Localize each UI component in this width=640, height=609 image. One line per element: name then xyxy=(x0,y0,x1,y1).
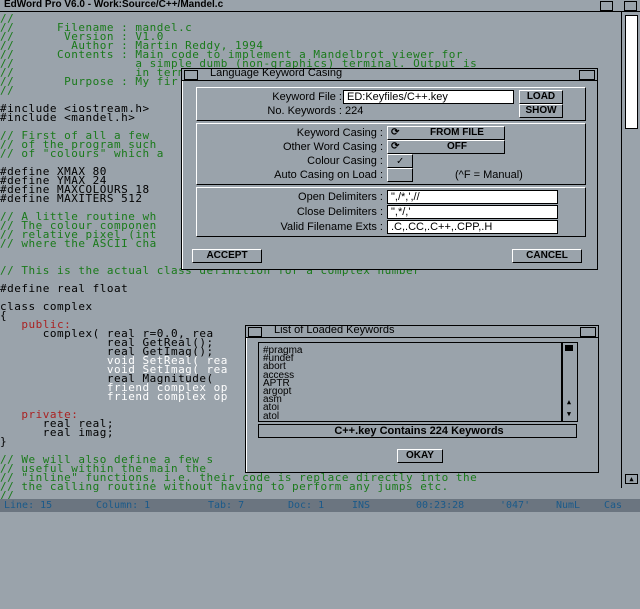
status-numlock: NumL xyxy=(556,500,581,511)
keyword-casing-label: Keyword Casing : xyxy=(296,127,383,139)
editor-line: #define real float xyxy=(0,282,129,295)
status-bar: Line: 15 Column: 1 Tab: 7 Doc: 1 INS 00:… xyxy=(0,499,640,512)
status-column: Column: 1 xyxy=(96,500,151,511)
editor-line: friend complex op xyxy=(0,390,228,403)
keywords-scroll-thumb[interactable] xyxy=(565,345,573,351)
keywords-title-bar[interactable]: List of Loaded Keywords xyxy=(246,324,598,338)
auto-casing-label: Auto Casing on Load : xyxy=(274,169,383,181)
keyword-casing-cycle[interactable]: ⟳ FROM FILE xyxy=(387,126,505,140)
keywords-summary: C++.key Contains 224 Keywords xyxy=(258,424,577,438)
status-tab: Tab: 7 xyxy=(208,500,245,511)
keyword-file-group: Keyword File : ED:Keyfiles/C++.key LOAD … xyxy=(196,87,586,121)
auto-casing-hint: (^F = Manual) xyxy=(455,169,523,181)
editor-line: #include <mandel.h> xyxy=(0,111,136,124)
cycle-icon: ⟳ xyxy=(391,127,400,138)
load-button[interactable]: LOAD xyxy=(519,90,563,104)
editor-line: // the calling routine without having to… xyxy=(0,480,449,493)
valid-exts-label: Valid Filename Exts : xyxy=(280,221,383,233)
editor-line: // where the ASCII cha xyxy=(0,237,157,250)
status-insert-mode: INS xyxy=(352,500,371,511)
keywords-title: List of Loaded Keywords xyxy=(274,324,395,336)
keyword-file-field[interactable]: ED:Keyfiles/C++.key xyxy=(343,90,514,104)
keyword-casing-dialog: Language Keyword Casing Keyword File : E… xyxy=(181,67,598,270)
title-bar[interactable]: EdWord Pro V6.0 - Work:Source/C++/Mandel… xyxy=(0,0,640,12)
editor-line: #define MAXITERS 512 xyxy=(0,192,143,205)
status-caps: Cas xyxy=(604,500,623,511)
status-line: Line: 15 xyxy=(4,500,53,511)
editor-line: // xyxy=(0,84,15,97)
depth-gadget-icon[interactable] xyxy=(624,1,637,11)
scroll-up-icon[interactable]: ▲ xyxy=(564,397,574,407)
close-icon[interactable] xyxy=(184,70,198,80)
scroll-up-icon[interactable]: ▲ xyxy=(625,474,638,484)
auto-casing-checkbox[interactable] xyxy=(387,168,413,182)
show-button[interactable]: SHOW xyxy=(519,104,563,118)
scrollbar-thumb[interactable] xyxy=(625,15,638,129)
editor-line: real imag; xyxy=(0,426,114,439)
open-delimiters-field[interactable]: ",/*,',// xyxy=(387,190,558,204)
accept-button[interactable]: ACCEPT xyxy=(192,249,262,263)
delimiters-group: Open Delimiters : ",/*,',// Close Delimi… xyxy=(196,187,586,237)
close-delimiters-label: Close Delimiters : xyxy=(296,206,383,218)
keywords-list[interactable]: #pragma #undef abort access APTR argopt asm ato… xyxy=(258,342,562,422)
no-keywords-value: 224 xyxy=(345,105,364,117)
keyword-list-item[interactable]: atol xyxy=(263,411,279,422)
close-icon[interactable] xyxy=(248,327,262,337)
window-title: EdWord Pro V6.0 - Work:Source/C++/Mandel… xyxy=(4,0,224,10)
editor-line: // Purpose : My fir xyxy=(0,75,179,88)
keyword-casing-value: FROM FILE xyxy=(430,127,484,138)
okay-button[interactable]: OKAY xyxy=(397,449,443,463)
cycle-icon: ⟳ xyxy=(391,141,400,152)
editor-line: class complex xyxy=(0,300,93,313)
colour-casing-label: Colour Casing : xyxy=(307,155,383,167)
colour-casing-checkbox[interactable]: ✓ xyxy=(387,154,413,168)
valid-exts-field[interactable]: .C,.CC,.C++,.CPP,.H xyxy=(387,220,558,234)
close-delimiters-field[interactable]: ",*/,' xyxy=(387,205,558,219)
other-word-casing-cycle[interactable]: ⟳ OFF xyxy=(387,140,505,154)
keyword-file-label: Keyword File : xyxy=(272,91,342,103)
depth-icon[interactable] xyxy=(579,70,595,80)
scroll-down-icon[interactable]: ▼ xyxy=(564,409,574,419)
vertical-scrollbar[interactable]: ▲ xyxy=(621,12,640,488)
other-word-casing-value: OFF xyxy=(447,141,467,152)
no-keywords-label: No. Keywords : xyxy=(267,105,342,117)
status-char: '047' xyxy=(500,500,531,511)
depth-icon[interactable] xyxy=(580,327,596,337)
keywords-scrollbar[interactable]: ▲ ▼ xyxy=(562,342,578,422)
editor-line: // of "colours" which a xyxy=(0,147,164,160)
dialog-title-bar[interactable]: Language Keyword Casing xyxy=(182,67,597,81)
dialog-title: Language Keyword Casing xyxy=(210,67,343,79)
cancel-button[interactable]: CANCEL xyxy=(512,249,582,263)
zoom-gadget-icon[interactable] xyxy=(600,1,613,11)
status-doc: Doc: 1 xyxy=(288,500,325,511)
status-time: 00:23:28 xyxy=(416,500,465,511)
open-delimiters-label: Open Delimiters : xyxy=(298,191,383,203)
other-word-casing-label: Other Word Casing : xyxy=(282,141,383,153)
editor-line: } xyxy=(0,435,8,448)
casing-options-group: Keyword Casing : ⟳ FROM FILE Other Word … xyxy=(196,123,586,185)
loaded-keywords-window: List of Loaded Keywords #pragma #undef abo… xyxy=(245,324,599,473)
